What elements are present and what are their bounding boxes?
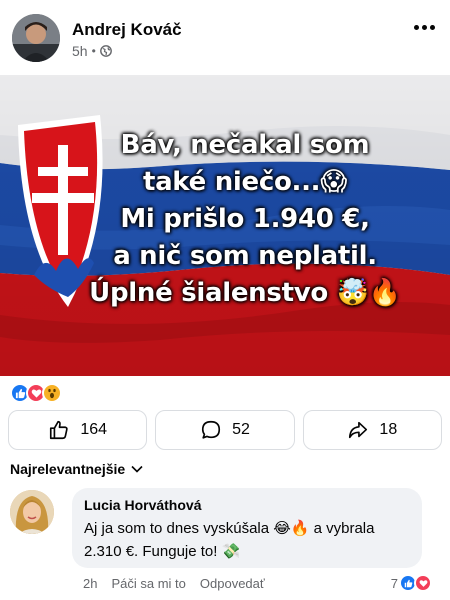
- author-avatar[interactable]: [12, 14, 60, 62]
- post-image[interactable]: Báv, nečakal som také niečo...😱 Mi prišl…: [0, 75, 450, 376]
- comment-icon: [202, 420, 221, 439]
- comment-text-line: Aj ja som to dnes vyskúšala 😂🔥 a vybrala: [84, 520, 375, 537]
- more-options-icon[interactable]: [414, 22, 438, 32]
- caption-line: a nič som neplatil.: [113, 241, 377, 271]
- share-icon: [349, 421, 368, 439]
- comment-bubble: Lucia Horváthová Aj ja som to dnes vyskú…: [72, 488, 422, 568]
- thumbs-up-icon: [50, 420, 69, 440]
- post-meta: 5h •: [72, 43, 112, 59]
- comment-like-link[interactable]: Páči sa mi to: [111, 576, 185, 591]
- sort-label: Najrelevantnejšie: [10, 461, 126, 477]
- meta-separator: •: [91, 44, 96, 58]
- post-time[interactable]: 5h: [72, 43, 88, 59]
- comment-reaction-count: 7: [390, 575, 398, 591]
- caption-line: Báv, nečakal som: [120, 130, 370, 160]
- comment-count: 52: [232, 421, 250, 438]
- reactions-summary[interactable]: [10, 381, 62, 405]
- post-header: Andrej Kováč 5h •: [0, 0, 450, 75]
- comment-button[interactable]: 52: [155, 410, 295, 450]
- love-icon: [414, 574, 432, 592]
- globe-icon: [99, 45, 112, 57]
- like-count: 164: [80, 421, 108, 438]
- caption-line: také niečo...😱: [142, 167, 348, 197]
- comment-text-line: 2.310 €. Funguje to! 💸: [84, 543, 241, 560]
- commenter-avatar[interactable]: [10, 490, 54, 534]
- author-name[interactable]: Andrej Kováč: [72, 20, 182, 40]
- caption-line: Mi prišlo 1.940 €,: [120, 204, 370, 234]
- wow-icon: [42, 383, 62, 403]
- like-button[interactable]: 164: [8, 410, 148, 450]
- comment-time[interactable]: 2h: [83, 576, 97, 591]
- share-button[interactable]: 18: [302, 410, 442, 450]
- comment-footer: 2h Páči sa mi to Odpovedať: [83, 576, 265, 591]
- share-count: 18: [379, 421, 398, 438]
- comment-sort-dropdown[interactable]: Najrelevantnejšie: [10, 461, 143, 477]
- chevron-down-icon: [131, 465, 143, 473]
- comment-reply-link[interactable]: Odpovedať: [200, 576, 265, 591]
- caption-line: Úplné šialenstvo 🤯🔥: [89, 278, 401, 308]
- comment-reactions[interactable]: 7: [391, 574, 432, 592]
- image-caption: Báv, nečakal som také niečo...😱 Mi prišl…: [80, 127, 410, 312]
- post-actions: 164 52 18: [8, 410, 442, 450]
- commenter-name[interactable]: Lucia Horváthová: [84, 497, 410, 513]
